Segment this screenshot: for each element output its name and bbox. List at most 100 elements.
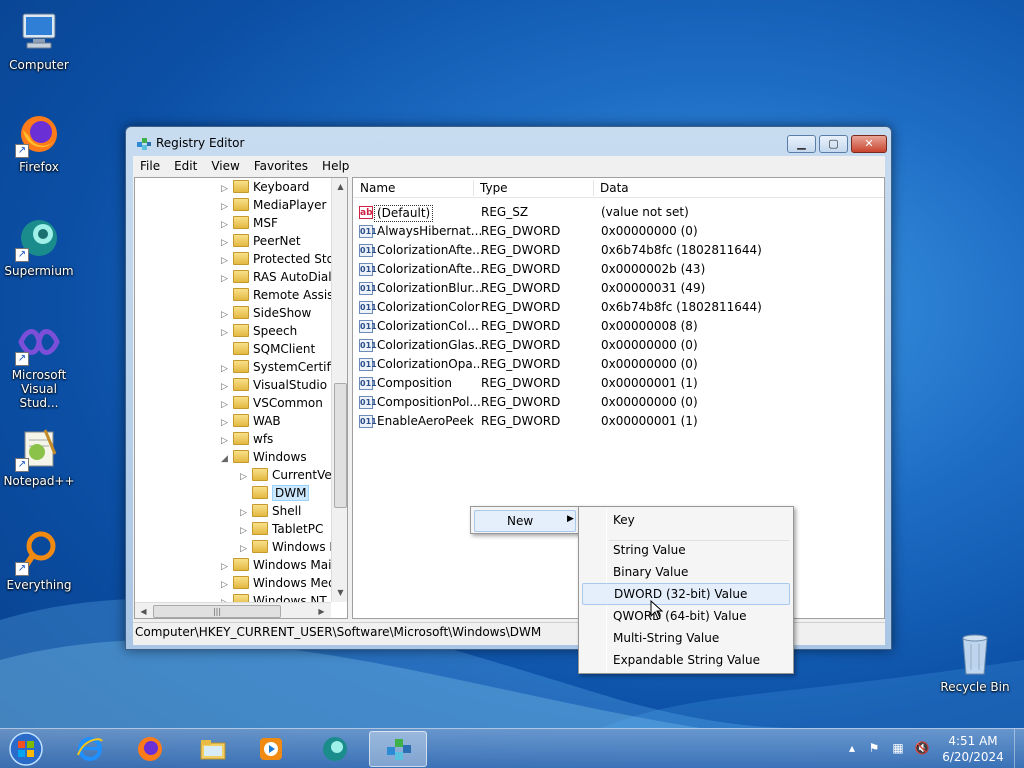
menu-favorites[interactable]: Favorites [247,159,315,173]
scroll-left-icon[interactable]: ◀ [135,603,152,618]
submenu-item-multi-string-value[interactable]: Multi-String Value [582,627,790,649]
expand-arrow-icon[interactable]: ◢ [221,450,233,468]
taskbar-firefox[interactable] [121,731,179,767]
menu-file[interactable]: File [133,159,167,173]
menu-help[interactable]: Help [315,159,356,173]
registry-value-row[interactable]: 011 ColorizationOpa... REG_DWORD 0x00000000… [353,355,884,374]
tree-node[interactable]: ▷ CurrentVer [240,466,337,484]
value-type: REG_SZ [481,205,529,219]
show-desktop-button[interactable] [1014,729,1024,768]
minimize-button[interactable]: ▁ [787,135,816,153]
menu-item-label: Multi-String Value [613,631,720,645]
title-bar[interactable]: Registry Editor ▁ ▢ ✕ [126,127,891,157]
show-hidden-icons-icon[interactable]: ▴ [844,740,860,756]
submenu-item-string-value[interactable]: String Value [582,539,790,561]
scroll-up-icon[interactable]: ▲ [332,178,347,195]
taskbar-file-explorer[interactable] [184,731,242,767]
folder-icon [233,342,249,355]
registry-value-row[interactable]: 011 ColorizationAfte... REG_DWORD 0x6b74b8f… [353,241,884,260]
tree-node[interactable]: ▷ Protected Stor [221,250,339,268]
submenu-item-key[interactable]: Key [582,509,790,531]
registry-value-row[interactable]: 011 AlwaysHibernat... REG_DWORD 0x00000000 … [353,222,884,241]
value-name: ColorizationCol... [377,319,479,333]
scroll-right-icon[interactable]: ▶ [313,603,330,618]
action-center-flag-icon[interactable]: ⚑ [866,740,882,756]
registry-value-row[interactable]: 011 CompositionPol... REG_DWORD 0x00000000 … [353,393,884,412]
taskbar-registry-editor[interactable] [369,731,427,767]
taskbar-media-player[interactable] [242,731,300,767]
registry-value-row[interactable]: 011 ColorizationCol... REG_DWORD 0x00000008… [353,317,884,336]
menu-view[interactable]: View [204,159,246,173]
network-icon[interactable]: ▦ [890,740,906,756]
desktop-icon-recycle-bin[interactable]: Recycle Bin [936,630,1014,694]
key-tree-pane[interactable]: ▷ Keyboard ▷ MediaPlayer ▷ MSF ▷ PeerNet ▷ Protec… [134,177,348,619]
tree-node[interactable]: ▷ VisualStudio [221,376,327,394]
registry-value-row[interactable]: ab (Default) REG_SZ (value not set) [353,203,884,222]
tree-node[interactable]: ▷ wfs [221,430,273,448]
submenu-item-dword-value[interactable]: DWORD (32-bit) Value [582,583,790,605]
binary-value-icon: 011 [359,301,377,314]
column-header-name[interactable]: Name [360,181,395,195]
column-header-type[interactable]: Type [480,181,508,195]
desktop-icon-firefox[interactable]: ↗ Firefox [0,110,78,174]
desktop-icon-supermium[interactable]: ↗ Supermium [0,214,78,278]
menu-item-new[interactable]: New ▶ [474,510,576,532]
binary-value-icon: 011 [359,282,377,295]
computer-icon [15,8,63,56]
registry-value-row[interactable]: 011 EnableAeroPeek REG_DWORD 0x00000001 (1) [353,412,884,431]
tree-node[interactable]: ▷ MediaPlayer [221,196,326,214]
tree-node[interactable]: ▷ SideShow [221,304,311,322]
desktop-icon-notepad-plus-plus[interactable]: ↗ Notepad++ [0,424,78,488]
scroll-down-icon[interactable]: ▼ [332,584,347,601]
tree-node[interactable]: ▷ TabletPC [240,520,323,538]
desktop-icon-visual-studio[interactable]: ↗ Microsoft Visual Stud... [0,318,78,410]
folder-icon [252,522,268,535]
tree-node[interactable]: SQMClient [221,340,315,358]
submenu-item-binary-value[interactable]: Binary Value [582,561,790,583]
tree-node-label: PeerNet [253,234,301,248]
taskbar-supermium[interactable] [306,731,364,767]
tree-node[interactable]: ◢ Windows [221,448,307,466]
column-header-data[interactable]: Data [600,181,629,195]
close-button[interactable]: ✕ [851,135,887,153]
scroll-thumb[interactable]: ||| [153,605,281,618]
value-data: 0x0000002b (43) [601,262,706,276]
submenu-item-expandable-string-value[interactable]: Expandable String Value [582,649,790,671]
registry-value-row[interactable]: 011 ColorizationAfte... REG_DWORD 0x0000002… [353,260,884,279]
registry-value-row[interactable]: 011 Composition REG_DWORD 0x00000001 (1) [353,374,884,393]
tree-node[interactable]: ▷ RAS AutoDial [221,268,332,286]
tree-node[interactable]: Remote Assist [221,286,338,304]
tree-node[interactable]: ▷ Windows Mail [221,556,335,574]
tree-node[interactable]: DWM [240,484,310,502]
tree-node[interactable]: ▷ Speech [221,322,297,340]
tree-node[interactable]: ▷ SystemCertific [221,358,341,376]
scroll-thumb[interactable] [334,383,347,508]
tree-node[interactable]: ▷ Windows Med [221,574,336,592]
tree-node[interactable]: ▷ MSF [221,214,278,232]
start-button[interactable] [6,731,46,767]
tree-node[interactable]: ▷ Keyboard [221,178,309,196]
tree-node[interactable]: ▷ Shell [240,502,301,520]
tree-node[interactable]: ▷ Windows E [240,538,337,556]
submenu-item-qword-value[interactable]: QWORD (64-bit) Value [582,605,790,627]
tree-vertical-scrollbar[interactable]: ▲ ▼ [331,178,347,602]
menu-edit[interactable]: Edit [167,159,204,173]
value-type: REG_DWORD [481,338,561,352]
registry-value-row[interactable]: 011 ColorizationColor REG_DWORD 0x6b74b8fc … [353,298,884,317]
folder-icon [233,324,249,337]
desktop-icon-everything[interactable]: ↗ Everything [0,528,78,592]
folder-icon [233,180,249,193]
tree-node[interactable]: ▷ VSCommon [221,394,323,412]
tree-horizontal-scrollbar[interactable]: ◀ ||| ▶ [135,602,331,618]
shortcut-arrow-icon: ↗ [15,248,29,262]
desktop-icon-computer[interactable]: Computer [0,8,78,72]
taskbar-internet-explorer[interactable] [61,731,119,767]
maximize-button[interactable]: ▢ [819,135,848,153]
volume-muted-icon[interactable]: 🔇 [914,740,930,756]
registry-value-row[interactable]: 011 ColorizationGlas... REG_DWORD 0x0000000… [353,336,884,355]
clock-date: 6/20/2024 [942,750,1004,764]
tree-node[interactable]: ▷ PeerNet [221,232,301,250]
clock[interactable]: 4:51 AM 6/20/2024 [938,733,1008,765]
registry-value-row[interactable]: 011 ColorizationBlur... REG_DWORD 0x0000003… [353,279,884,298]
tree-node[interactable]: ▷ WAB [221,412,281,430]
